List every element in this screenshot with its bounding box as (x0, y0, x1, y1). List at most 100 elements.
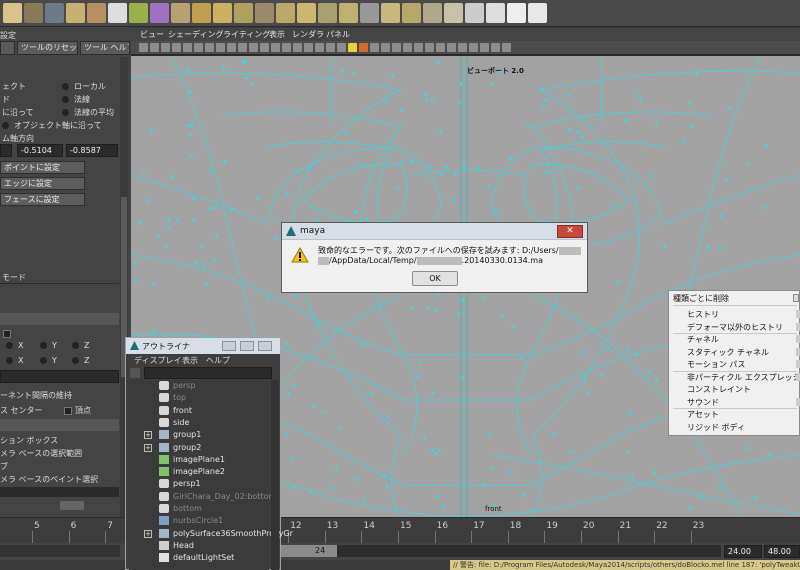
outliner-item-defaultlightset[interactable]: defaultLightSet (129, 552, 271, 564)
option-box-icon[interactable] (796, 322, 800, 331)
shelf-tool-icon[interactable] (108, 3, 127, 23)
shelf-tool-icon[interactable] (465, 3, 484, 23)
menu-display[interactable]: ディスプレイ (134, 355, 181, 366)
viewport-tool-icon[interactable] (216, 43, 225, 52)
viewport-tool-icon[interactable] (205, 43, 214, 52)
shelf-tool-icon[interactable] (423, 3, 442, 23)
menu-help[interactable]: ヘルプ (206, 355, 230, 366)
viewport-tool-icon[interactable] (260, 43, 269, 52)
expand-icon[interactable]: + (144, 443, 152, 452)
command-line[interactable]: // 警告: file: D:/Program Files/Autodesk/M… (0, 560, 800, 570)
viewport-tool-icon[interactable] (172, 43, 181, 52)
close-icon[interactable]: ✕ (557, 225, 583, 238)
outliner-item-girlchara_day_02:bottom[interactable]: GirlChara_Day_02:bottom (129, 491, 276, 503)
shelf-tool-icon[interactable] (24, 3, 43, 23)
expand-icon[interactable]: + (144, 431, 152, 440)
outliner-item-imageplane1[interactable]: imagePlane1 (129, 454, 271, 466)
range-slider[interactable]: 24 24.00 48.00 (0, 543, 800, 560)
option-normal-average[interactable]: 法線の平均 (62, 107, 114, 118)
axis-y-radio[interactable]: Y (40, 341, 57, 350)
option-along[interactable]: に沿って (2, 107, 34, 118)
viewport-tool-icon[interactable] (414, 43, 423, 52)
outliner-item-group2[interactable]: + group2 (129, 442, 271, 454)
ok-button[interactable]: OK (412, 271, 458, 286)
axis-x-radio-2[interactable]: X (6, 356, 23, 365)
end-time-field[interactable]: 24.00 (724, 545, 762, 558)
outliner-search-field[interactable] (144, 367, 272, 379)
outliner-item-persp1[interactable]: persp1 (129, 478, 271, 490)
shelf-tool-icon[interactable] (171, 3, 190, 23)
outliner-item-front[interactable]: front (129, 405, 271, 417)
axis-z-field[interactable]: -0.8587 (66, 144, 118, 157)
viewport-tool-icon[interactable] (469, 43, 478, 52)
menu-item[interactable]: コンストレイント (687, 384, 751, 395)
outliner-item-group1[interactable]: + group1 (129, 429, 271, 441)
viewport-tool-icon[interactable] (282, 43, 291, 52)
menu-show[interactable]: 表示 (269, 29, 285, 40)
outliner-titlebar[interactable]: アウトライナ (126, 338, 280, 354)
viewport-tool-icon[interactable] (315, 43, 324, 52)
viewport-tool-icon[interactable] (161, 43, 170, 52)
viewport-tool-icon[interactable] (326, 43, 335, 52)
menu-item[interactable]: ヒストリ (687, 309, 719, 320)
time-slider[interactable]: 567891011121314151617181920212223 (0, 517, 800, 543)
menu-panels[interactable]: パネル (326, 29, 350, 40)
shelf-tool-icon[interactable] (381, 3, 400, 23)
menu-item[interactable]: デフォーマ以外のヒストリ (687, 322, 783, 333)
viewport-tool-icon[interactable] (381, 43, 390, 52)
tab-stub[interactable] (0, 41, 15, 55)
menu-item[interactable]: サウンド (687, 397, 719, 408)
option-box-icon[interactable] (796, 335, 800, 343)
set-to-edge-button[interactable]: エッジに設定 (0, 177, 85, 190)
viewport-tool-icon[interactable] (249, 43, 258, 52)
shelf-tool-icon[interactable] (528, 3, 547, 23)
option-local[interactable]: ローカル (62, 81, 106, 92)
panel-slider[interactable] (0, 487, 119, 497)
outliner-item-imageplane2[interactable]: imagePlane2 (129, 466, 271, 478)
outliner-item-persp[interactable]: persp (129, 380, 271, 392)
menu-item[interactable]: リジッド ボディ (687, 422, 745, 433)
value-field[interactable] (0, 370, 119, 383)
vertex-checkbox[interactable]: 頂点 (64, 405, 91, 416)
viewport-tool-icon[interactable] (348, 43, 357, 52)
outliner-item-nurbscircle1[interactable]: nurbsCircle1 (129, 515, 271, 527)
axis-z-radio[interactable]: Z (72, 341, 89, 350)
viewport-tool-icon[interactable] (227, 43, 236, 52)
shelf-tool-icon[interactable] (129, 3, 148, 23)
axis-x-radio[interactable]: X (6, 341, 23, 350)
option-box-icon[interactable] (796, 347, 800, 356)
viewport-tool-icon[interactable] (293, 43, 302, 52)
outliner-item-head[interactable]: Head (129, 540, 271, 552)
camera-select-range[interactable]: メラ ベースの選択範囲 (0, 448, 82, 459)
shelf-tool-icon[interactable] (402, 3, 421, 23)
shelf-tool-icon[interactable] (297, 3, 316, 23)
set-to-point-button[interactable]: ポイントに設定 (0, 161, 85, 174)
viewport-tool-icon[interactable] (392, 43, 401, 52)
viewport-tool-icon[interactable] (480, 43, 489, 52)
section-header-2[interactable] (0, 419, 119, 431)
shelf-tool-icon[interactable] (150, 3, 169, 23)
option-object[interactable]: ェクト (2, 81, 26, 92)
viewport-tool-icon[interactable] (150, 43, 159, 52)
menu-show[interactable]: 表示 (182, 355, 198, 366)
filter-icon[interactable] (130, 368, 140, 378)
viewport-tool-icon[interactable] (194, 43, 203, 52)
tool-help-button[interactable]: ツール ヘルプ (80, 41, 130, 55)
viewport-tool-icon[interactable] (458, 43, 467, 52)
viewport-tool-icon[interactable] (304, 43, 313, 52)
axis-x-field[interactable] (0, 144, 12, 157)
option-box-icon[interactable] (796, 360, 800, 368)
shelf-tool-icon[interactable] (486, 3, 505, 23)
option-box-icon[interactable] (796, 372, 800, 381)
shelf-tool-icon[interactable] (87, 3, 106, 23)
shelf-tool-icon[interactable] (339, 3, 358, 23)
section-header[interactable] (0, 313, 119, 325)
outliner-item-polysurface36smoothproxygr[interactable]: + polySurface36SmoothProxyGr (129, 528, 293, 540)
range-handle[interactable] (281, 545, 337, 557)
viewport-tool-icon[interactable] (403, 43, 412, 52)
shelf-tool-icon[interactable] (234, 3, 253, 23)
viewport-tool-icon[interactable] (238, 43, 247, 52)
expand-icon[interactable]: + (144, 529, 152, 538)
shelf-tool-icon[interactable] (507, 3, 526, 23)
axis-y-radio-2[interactable]: Y (40, 356, 57, 365)
